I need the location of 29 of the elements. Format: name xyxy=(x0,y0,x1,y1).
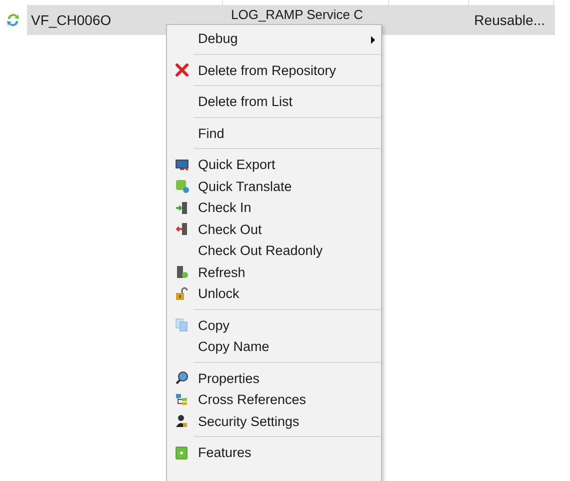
menu-item[interactable]: Security Settings xyxy=(167,410,381,432)
table-cell-text: VF_CH006O xyxy=(30,12,112,28)
menu-item[interactable]: Find xyxy=(167,122,381,144)
table-cell-text: Reusable... xyxy=(473,12,546,28)
server-arrow-icon xyxy=(175,222,189,236)
refresh-icon xyxy=(5,12,21,28)
menu-item[interactable]: Features xyxy=(167,442,381,464)
person-icon xyxy=(175,414,189,428)
menu-item[interactable]: Quick Translate xyxy=(167,176,381,197)
menu-item[interactable]: Copy Name xyxy=(167,336,381,358)
menu-item[interactable]: Refresh xyxy=(167,262,381,283)
menu-item[interactable]: Delete from List xyxy=(167,91,381,112)
menu-item[interactable]: Cross References xyxy=(167,389,381,410)
menu-item[interactable]: Copy xyxy=(167,314,381,336)
cross-icon xyxy=(175,63,189,78)
copy-icon xyxy=(175,318,189,332)
server-arrow-icon xyxy=(175,200,189,215)
table-cell-text: LOG_RAMP Service C xyxy=(231,6,364,22)
menu-item[interactable]: Properties xyxy=(167,368,381,389)
padlock-icon xyxy=(175,286,189,301)
hierarchy-icon xyxy=(175,392,189,407)
monitor-icon xyxy=(175,158,189,172)
menu-item[interactable]: Check In xyxy=(167,197,381,218)
magnifier-icon xyxy=(175,371,189,386)
menu-item[interactable]: Check Out Readonly xyxy=(167,240,381,262)
menu-item[interactable]: Check Out xyxy=(167,218,381,240)
menu-item[interactable]: Quick Export xyxy=(167,154,381,176)
menu-item[interactable]: Delete from Repository xyxy=(167,60,381,81)
menu-item[interactable]: Unlock xyxy=(167,283,381,304)
